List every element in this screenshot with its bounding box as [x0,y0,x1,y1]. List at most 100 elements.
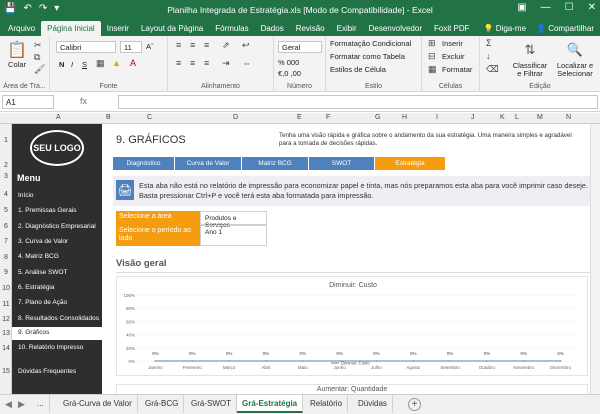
menu-item-inicio[interactable]: Início [12,190,102,203]
add-sheet-icon[interactable]: + [408,398,421,411]
menu-item-premissas[interactable]: 1. Premissas Gerais [12,205,102,218]
row-header[interactable]: 3 [0,173,12,180]
row-header[interactable]: 5 [0,207,12,214]
col-header[interactable]: B [106,114,111,121]
align-middle-icon[interactable]: ≡ [190,40,195,50]
font-size-select[interactable]: 11 [120,41,142,53]
format-table-button[interactable]: Formatar como Tabela [330,52,405,61]
next-sheet-icon[interactable]: ▶ [18,399,25,410]
menu-item-relatorio[interactable]: 10. Relatório Impresso [12,342,102,355]
menu-item-resultados[interactable]: 8. Resultados Consolidados [12,313,102,326]
nav-matriz-bcg[interactable]: Matriz BCG [242,157,309,170]
nav-diagnostico[interactable]: Diagnóstico [113,157,175,170]
fill-color-icon[interactable]: ▲ [112,58,121,68]
row-header[interactable]: 9 [0,269,12,276]
bold-button[interactable]: N [59,60,64,69]
minimize-icon[interactable]: — [541,2,551,13]
area-select[interactable]: Produtos e Serviços [200,211,267,229]
tab-foxit-pdf[interactable]: Foxit PDF [428,21,476,36]
align-top-icon[interactable]: ≡ [176,40,181,50]
percent-style[interactable]: % 000 [278,58,299,67]
font-name-select[interactable]: Calibri [56,41,116,53]
row-header[interactable]: 6 [0,223,12,230]
formula-input[interactable] [118,95,598,109]
sheet-tab-estrategia[interactable]: Grá-Estratégia [237,395,304,413]
vertical-scrollbar[interactable] [590,124,600,394]
tab-arquivo[interactable]: Arquivo [2,21,41,36]
sheet-tab-relatorio[interactable]: Relatório [305,395,349,413]
period-select[interactable]: Ano 1 [200,225,267,246]
col-header[interactable]: I [436,114,438,121]
row-header[interactable]: 1 [0,137,12,144]
fx-icon[interactable]: fx [80,96,87,106]
next-chart-container[interactable]: Aumentar: Quantidade [116,384,588,394]
font-color-icon[interactable]: A [130,58,136,68]
sort-filter-button[interactable]: ⇅ Classificar e Filtrar [510,38,550,78]
underline-button[interactable]: S [82,60,87,69]
menu-item-duvidas[interactable]: Dúvidas Frequentes [12,366,102,379]
col-header[interactable]: F [326,114,330,121]
col-header[interactable]: A [56,114,61,121]
indent-icon[interactable]: ⇥ [222,58,230,69]
sheet-tab-duvidas[interactable]: Dúvidas [353,395,393,413]
tell-me[interactable]: 💡 Diga-me [484,24,526,33]
tab-formulas[interactable]: Fórmulas [209,21,254,36]
grow-font-icon[interactable]: Aˆ [146,42,154,51]
chart-container[interactable]: Diminuir: Custo 100% 80% 60% 40% 20% 0% Janeiro… [116,276,588,376]
tab-pagina-inicial[interactable]: Página Inicial [41,21,101,36]
clear-icon[interactable]: ⌫ [486,64,499,75]
row-header[interactable]: 2 [0,162,12,169]
nav-estrategia[interactable]: Estratégia [375,157,446,170]
cell-styles-button[interactable]: Estilos de Célula [330,65,386,74]
number-format-select[interactable]: Geral [278,41,322,53]
row-header[interactable]: 15 [0,368,12,375]
menu-item-plano-acao[interactable]: 7. Plano de Ação [12,297,102,310]
row-header[interactable]: 4 [0,191,12,198]
share-button[interactable]: 👤 Compartilhar [536,24,594,33]
sheet-tab-curva-valor[interactable]: Grá-Curva de Valor [58,395,138,413]
copy-icon[interactable]: ⧉ [34,52,40,63]
col-header[interactable]: L [515,114,519,121]
merge-center-icon[interactable]: ⇔ [242,58,251,68]
nav-curva-valor[interactable]: Curva de Valor [175,157,242,170]
menu-item-swot[interactable]: 5. Análise SWOT [12,267,102,280]
maximize-icon[interactable]: ☐ [565,2,574,13]
ribbon-options-icon[interactable]: ▣ [517,2,526,13]
col-header[interactable]: G [375,114,380,121]
col-header[interactable]: K [500,114,505,121]
align-right-icon[interactable]: ≡ [204,58,209,68]
format-cells-button[interactable]: Formatar [442,65,472,74]
col-header[interactable]: M [537,114,543,121]
close-icon[interactable]: ✕ [588,2,596,13]
col-header[interactable]: C [147,114,152,121]
col-header[interactable]: J [471,114,475,121]
borders-icon[interactable]: ▦ [96,58,105,69]
menu-item-curva-valor[interactable]: 3. Curva de Valor [12,236,102,249]
menu-item-graficos[interactable]: 9. Gráficos [12,327,102,340]
row-header[interactable]: 13 [0,330,12,337]
wrap-text-icon[interactable]: ↩ [242,40,250,51]
tab-revisao[interactable]: Revisão [290,21,331,36]
col-header[interactable]: D [233,114,238,121]
cut-icon[interactable]: ✂ [34,40,42,51]
sheet-tab-swot[interactable]: Grá-SWOT [186,395,237,413]
menu-item-matriz-bcg[interactable]: 4. Matriz BCG [12,251,102,264]
nav-swot[interactable]: SWOT [309,157,375,170]
delete-cells-button[interactable]: Excluir [442,52,465,61]
conditional-format-button[interactable]: Formatação Condicional [330,39,411,48]
autosum-icon[interactable]: Σ [486,38,492,48]
paste-button[interactable]: 📋 Colar [4,40,30,69]
format-painter-icon[interactable]: 🖌 [34,64,45,75]
row-header[interactable]: 7 [0,238,12,245]
row-header[interactable]: 8 [0,254,12,261]
menu-item-diagnostico[interactable]: 2. Diagnóstico Empresarial [12,221,102,234]
name-box[interactable]: A1 [2,95,54,109]
row-header[interactable]: 12 [0,316,12,323]
decimal-buttons[interactable]: €,0 ,00 [278,69,301,78]
row-header[interactable]: 14 [0,345,12,352]
menu-item-estrategia[interactable]: 6. Estratégia [12,282,102,295]
col-header[interactable]: H [402,114,407,121]
tab-dados[interactable]: Dados [255,21,290,36]
insert-cells-button[interactable]: Inserir [442,39,463,48]
tab-exibir[interactable]: Exibir [331,21,363,36]
